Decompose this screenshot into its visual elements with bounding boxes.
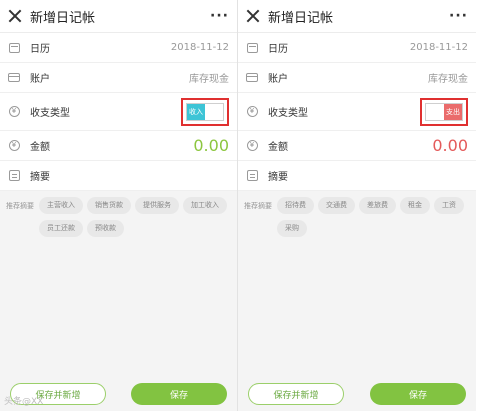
date-value[interactable]: 2018-11-12 (171, 42, 229, 53)
save-button[interactable]: 保存 (131, 383, 227, 405)
more-menu-icon[interactable]: ··· (210, 8, 229, 24)
toggle-highlight-box: 收入 (181, 97, 229, 126)
chip-list: 主营收入 销售货款 提供服务 加工收入 员工还款 预收款 (39, 197, 231, 237)
chip-rent[interactable]: 租金 (400, 197, 430, 214)
summary-label: 摘要 (30, 172, 50, 183)
income-expense-toggle[interactable]: 支出 (425, 102, 463, 121)
chip-processing-income[interactable]: 加工收入 (183, 197, 227, 214)
date-value[interactable]: 2018-11-12 (410, 42, 468, 53)
toggle-highlight-box: 支出 (420, 97, 468, 126)
chip-entertainment[interactable]: 招待费 (277, 197, 314, 214)
amount-row[interactable]: ¥ 金额 0.00 (0, 131, 237, 161)
type-label: 收支类型 (268, 108, 308, 119)
amount-input[interactable]: 0.00 (193, 136, 229, 155)
date-label: 日历 (30, 44, 50, 55)
account-label: 账户 (30, 74, 50, 85)
chip-advance-receipt[interactable]: 预收款 (87, 220, 124, 237)
chip-purchase[interactable]: 采购 (277, 220, 307, 237)
memo-icon (246, 170, 258, 182)
page-title: 新增日记帐 (268, 10, 334, 26)
toggle-expense-segment: 支出 (444, 103, 462, 120)
amount-label: 金额 (30, 142, 50, 153)
type-label: 收支类型 (30, 108, 70, 119)
chip-employee-repayment[interactable]: 员工还款 (39, 220, 83, 237)
amount-input[interactable]: 0.00 (432, 136, 468, 155)
amount-row[interactable]: ¥ 金额 0.00 (238, 131, 476, 161)
page-title: 新增日记帐 (30, 10, 96, 26)
chip-travel[interactable]: 差旅费 (359, 197, 396, 214)
summary-row[interactable]: 摘要 (0, 161, 237, 191)
close-icon[interactable] (246, 9, 260, 23)
account-row[interactable]: 账户 库存现金 (0, 63, 237, 93)
account-card-icon (246, 72, 258, 84)
account-row[interactable]: 账户 库存现金 (238, 63, 476, 93)
toggle-knob (426, 103, 444, 120)
suggest-label: 推荐摘要 (6, 202, 34, 210)
toggle-knob (205, 103, 223, 120)
calendar-icon (246, 42, 258, 54)
title-bar: 新增日记帐 ··· (238, 0, 476, 33)
chip-services[interactable]: 提供服务 (135, 197, 179, 214)
date-label: 日历 (268, 44, 288, 55)
more-menu-icon[interactable]: ··· (449, 8, 468, 24)
form-card: 日历 2018-11-12 账户 库存现金 ¥ 收支类型 收入 ¥ 金额 0.0… (0, 33, 237, 191)
chip-salary[interactable]: 工资 (434, 197, 464, 214)
date-row[interactable]: 日历 2018-11-12 (0, 33, 237, 63)
summary-label: 摘要 (268, 172, 288, 183)
toggle-income-segment: 收入 (187, 103, 205, 120)
income-expense-toggle[interactable]: 收入 (186, 102, 224, 121)
save-and-new-button[interactable]: 保存并新增 (248, 383, 344, 405)
chip-transportation[interactable]: 交通费 (318, 197, 355, 214)
yuan-coin-icon: ¥ (246, 106, 258, 118)
chip-sales-payment[interactable]: 销售货款 (87, 197, 131, 214)
summary-row[interactable]: 摘要 (238, 161, 476, 191)
screens: 新增日记帐 ··· 日历 2018-11-12 账户 库存现金 ¥ 收支类型 收… (0, 0, 477, 411)
suggested-summaries: 推荐摘要 招待费 交通费 差旅费 租金 工资 采购 (238, 191, 476, 237)
screen-expense: 新增日记帐 ··· 日历 2018-11-12 账户 库存现金 ¥ 收支类型 支… (238, 0, 476, 411)
date-row[interactable]: 日历 2018-11-12 (238, 33, 476, 63)
close-icon[interactable] (8, 9, 22, 23)
suggest-label: 推荐摘要 (244, 202, 272, 210)
form-card: 日历 2018-11-12 账户 库存现金 ¥ 收支类型 支出 ¥ 金额 0.0… (238, 33, 476, 191)
type-row: ¥ 收支类型 支出 (238, 93, 476, 131)
account-value[interactable]: 库存现金 (428, 70, 468, 85)
screen-income: 新增日记帐 ··· 日历 2018-11-12 账户 库存现金 ¥ 收支类型 收… (0, 0, 238, 411)
save-button[interactable]: 保存 (370, 383, 466, 405)
account-value[interactable]: 库存现金 (189, 70, 229, 85)
yuan-coin-icon: ¥ (8, 106, 20, 118)
account-card-icon (8, 72, 20, 84)
account-label: 账户 (268, 74, 288, 85)
yuan-coin-icon: ¥ (246, 140, 258, 152)
calendar-icon (8, 42, 20, 54)
suggested-summaries: 推荐摘要 主营收入 销售货款 提供服务 加工收入 员工还款 预收款 (0, 191, 237, 237)
yuan-coin-icon: ¥ (8, 140, 20, 152)
bottom-actions: 保存并新增 保存 (238, 383, 476, 405)
type-row: ¥ 收支类型 收入 (0, 93, 237, 131)
amount-label: 金额 (268, 142, 288, 153)
title-bar: 新增日记帐 ··· (0, 0, 237, 33)
memo-icon (8, 170, 20, 182)
watermark: 头条@XX (4, 397, 44, 407)
chip-main-income[interactable]: 主营收入 (39, 197, 83, 214)
chip-list: 招待费 交通费 差旅费 租金 工资 采购 (277, 197, 470, 237)
